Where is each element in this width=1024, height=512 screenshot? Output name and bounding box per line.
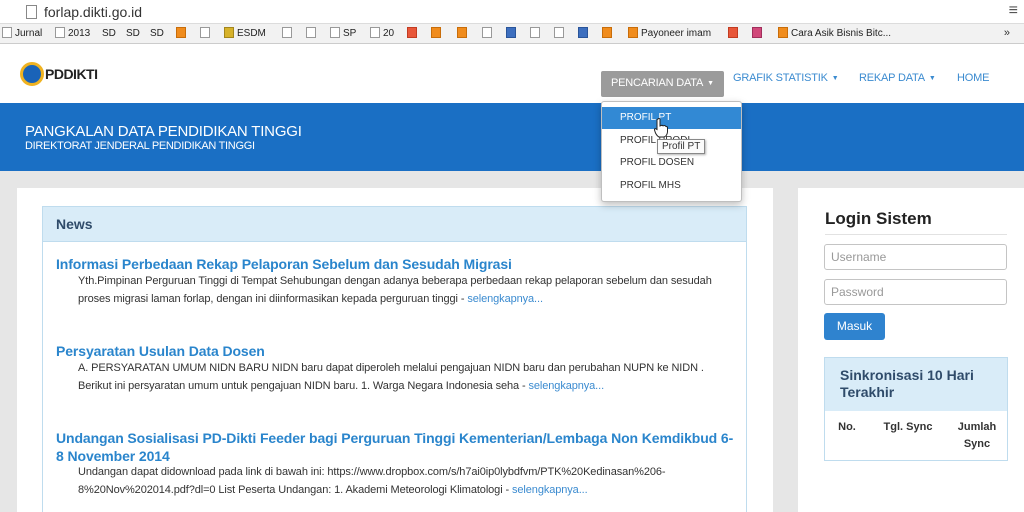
- document-icon: [554, 27, 564, 38]
- news-item-body: A. PERSYARATAN UMUM NIDN BARU NIDN baru …: [78, 362, 704, 392]
- nav-home[interactable]: HOME: [957, 72, 989, 84]
- bookmark-pink[interactable]: [752, 27, 765, 40]
- menu-item-profil-dosen[interactable]: PROFIL DOSEN: [602, 152, 741, 174]
- bookmark-matlab[interactable]: [457, 27, 470, 40]
- nav-grafik-statistik[interactable]: GRAFIK STATISTIK ▼: [733, 72, 839, 84]
- target-icon: [407, 27, 417, 38]
- bookmark-blank-4[interactable]: [306, 27, 319, 40]
- url-text[interactable]: forlap.dikti.go.id: [44, 4, 142, 20]
- image-icon: [602, 27, 612, 38]
- logo-emblem-icon: [20, 62, 44, 86]
- sync-panel: Sinkronisasi 10 Hari Terakhir No. Tgl. S…: [824, 357, 1008, 461]
- login-title: Login Sistem: [825, 209, 932, 228]
- image-icon: [176, 27, 186, 38]
- banner-title: PANGKALAN DATA PENDIDIKAN TINGGI: [25, 123, 302, 140]
- matlab-icon: [457, 27, 467, 38]
- bookmark-ox[interactable]: [431, 27, 444, 40]
- site-navbar: PDDIKTI PENCARIAN DATA ▼ GRAFIK STATISTIK…: [0, 44, 1024, 103]
- bookmark-blank-1[interactable]: [176, 27, 189, 40]
- bookmark-sd-1[interactable]: SD: [102, 27, 116, 40]
- sync-header: Sinkronisasi 10 Hari Terakhir: [825, 358, 1007, 411]
- caret-down-icon: ▼: [831, 75, 839, 82]
- read-more-link[interactable]: selengkapnya...: [512, 484, 588, 496]
- page-icon: [26, 5, 37, 19]
- bookmark-20[interactable]: 20: [370, 27, 394, 40]
- news-header: News: [43, 207, 746, 242]
- news-panel: News Informasi Perbedaan Rekap Pelaporan…: [42, 206, 747, 512]
- document-icon: [370, 27, 380, 38]
- bookmark-blank-10[interactable]: [602, 27, 615, 40]
- payoneer-icon: [628, 27, 638, 38]
- username-field[interactable]: Username: [824, 244, 1007, 270]
- document-icon: [55, 27, 65, 38]
- image-icon: [778, 27, 788, 38]
- document-icon: [330, 27, 340, 38]
- ox-icon: [431, 27, 441, 38]
- bookmark-blank-7[interactable]: [530, 27, 543, 40]
- tooltip: Profil PT: [657, 139, 706, 154]
- globe-icon: [578, 27, 588, 38]
- sidebar-card: [798, 188, 1024, 512]
- news-item-body: Undangan dapat didownload pada link di b…: [78, 466, 666, 496]
- news-item-body: Yth.Pimpinan Perguruan Tinggi di Tempat …: [78, 275, 712, 305]
- bookmark-blank-2[interactable]: [200, 27, 213, 40]
- bookmarks-bar: Jurnal 2013 SD SD SD ESDM SP 20 Payoneer…: [0, 24, 1024, 44]
- bookmark-sd-2[interactable]: SD: [126, 27, 140, 40]
- document-icon: [282, 27, 292, 38]
- bookmark-jurnal[interactable]: Jurnal: [2, 27, 42, 40]
- bookmark-sp[interactable]: SP: [330, 27, 356, 40]
- news-item-title[interactable]: Persyaratan Usulan Data Dosen: [56, 342, 736, 360]
- column-header-jumlah-sync: Jumlah Sync: [957, 421, 997, 450]
- bookmark-favicon-icon: [2, 27, 12, 38]
- read-more-link[interactable]: selengkapnya...: [529, 380, 605, 392]
- document-icon: [530, 27, 540, 38]
- caret-down-icon: ▼: [928, 75, 936, 82]
- hand-cursor-icon: [654, 118, 668, 138]
- login-button[interactable]: Masuk: [824, 313, 885, 340]
- banner-subtitle: DIREKTORAT JENDERAL PENDIDIKAN TINGGI: [25, 140, 255, 152]
- menu-item-profil-mhs[interactable]: PROFIL MHS: [602, 175, 741, 197]
- bookmark-red-arrow[interactable]: [728, 27, 741, 40]
- column-header-no: No.: [838, 421, 856, 433]
- document-icon: [482, 27, 492, 38]
- bookmark-blank-9[interactable]: [578, 27, 591, 40]
- news-heading: News: [56, 216, 93, 232]
- translate-icon: [506, 27, 516, 38]
- header-banner: PANGKALAN DATA PENDIDIKAN TINGGI DIREKTO…: [0, 103, 1024, 171]
- arrow-icon: [728, 27, 738, 38]
- divider: [825, 234, 1007, 235]
- browser-address-bar[interactable]: forlap.dikti.go.id ≡: [0, 0, 1024, 24]
- bookmark-2013[interactable]: 2013: [55, 27, 90, 40]
- window-icon: [752, 27, 762, 38]
- sync-title: Sinkronisasi 10 Hari Terakhir: [840, 367, 974, 400]
- bookmark-blank-6[interactable]: [506, 27, 519, 40]
- menu-item-profil-pt[interactable]: PROFIL PT: [602, 107, 741, 129]
- password-field[interactable]: Password: [824, 279, 1007, 305]
- bookmark-blank-3[interactable]: [282, 27, 295, 40]
- document-icon: [306, 27, 316, 38]
- bookmark-esdm[interactable]: ESDM: [224, 27, 266, 40]
- news-item-title[interactable]: Informasi Perbedaan Rekap Pelaporan Sebe…: [56, 255, 736, 273]
- column-header-tgl-sync: Tgl. Sync: [883, 421, 933, 433]
- browser-menu-icon[interactable]: ≡: [1009, 2, 1018, 20]
- news-item-title[interactable]: Undangan Sosialisasi PD-Dikti Feeder bag…: [56, 429, 736, 465]
- caret-down-icon: ▼: [707, 80, 714, 87]
- bookmark-payoneer[interactable]: Payoneer imam: [628, 27, 711, 40]
- document-icon: [200, 27, 210, 38]
- bookmark-blank-5[interactable]: [482, 27, 495, 40]
- bookmark-bitcoin[interactable]: Cara Asik Bisnis Bitc...: [778, 27, 891, 40]
- bookmark-sd-3[interactable]: SD: [150, 27, 164, 40]
- nav-pencarian-data[interactable]: PENCARIAN DATA ▼: [601, 71, 724, 97]
- bookmarks-overflow-icon[interactable]: »: [1004, 27, 1010, 39]
- read-more-link[interactable]: selengkapnya...: [467, 293, 543, 305]
- bookmark-blank-8[interactable]: [554, 27, 567, 40]
- logo-text: PDDIKTI: [45, 66, 98, 82]
- esdm-emblem-icon: [224, 27, 234, 38]
- nav-rekap-data[interactable]: REKAP DATA ▼: [859, 72, 936, 84]
- bookmark-target[interactable]: [407, 27, 420, 40]
